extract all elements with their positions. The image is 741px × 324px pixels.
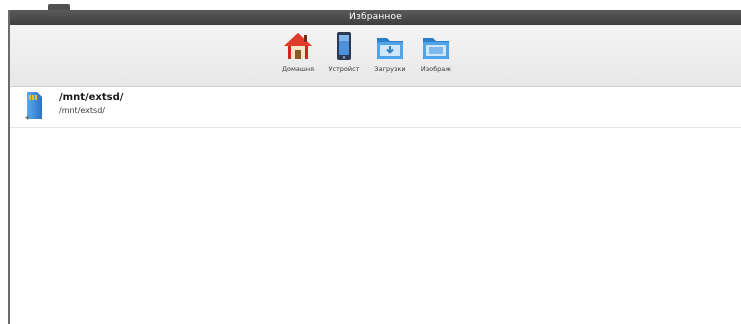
favorite-images-label: Изображ	[420, 65, 452, 73]
favorite-device-label: Устройст	[328, 65, 360, 73]
favorite-downloads-button[interactable]: Загрузки	[367, 28, 413, 73]
favorite-device-button[interactable]: Устройст	[321, 28, 367, 73]
window-title: Избранное	[10, 10, 741, 25]
favorite-downloads-label: Загрузки	[374, 65, 406, 73]
list-item-path: /mnt/extsd/	[59, 106, 105, 115]
downloads-folder-icon	[373, 28, 407, 62]
favorite-home-label: Домашня	[281, 65, 315, 73]
favorites-window: Избранное Домашня Устройст Загрузки Изоб…	[8, 10, 741, 324]
list-item[interactable]: /mnt/extsd/ /mnt/extsd/	[10, 87, 741, 128]
favorites-list: /mnt/extsd/ /mnt/extsd/	[10, 87, 741, 128]
home-icon	[281, 28, 315, 62]
device-phone-icon	[327, 28, 361, 62]
images-folder-icon	[419, 28, 453, 62]
sd-card-icon	[24, 91, 44, 121]
favorite-images-button[interactable]: Изображ	[413, 28, 459, 73]
list-item-title: /mnt/extsd/	[59, 92, 124, 103]
favorite-home-button[interactable]: Домашня	[275, 28, 321, 73]
favorites-toolbar: Домашня Устройст Загрузки Изображ	[10, 25, 741, 87]
favorites-shortcuts: Домашня Устройст Загрузки Изображ	[275, 28, 459, 73]
